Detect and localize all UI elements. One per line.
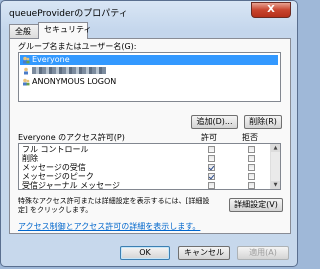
allow-checkbox[interactable] <box>208 164 215 171</box>
deny-checkbox[interactable] <box>248 146 255 153</box>
users-icon <box>23 78 30 86</box>
permission-row-receive-journal: 受信ジャーナル メッセージ <box>22 181 120 190</box>
close-button[interactable]: X <box>251 2 291 18</box>
security-tab-panel: グループ名またはユーザー名(G): Everyone ANONYMOUS LOG… <box>9 38 291 234</box>
group-list-label: グループ名またはユーザー名(G): <box>18 42 137 51</box>
deny-checkbox[interactable] <box>248 182 255 189</box>
close-icon: X <box>267 4 275 15</box>
learn-more-link[interactable]: アクセス制御とアクセス許可の詳細を表示します。 <box>18 221 200 232</box>
allow-column-header: 許可 <box>201 133 217 142</box>
users-icon <box>23 56 30 64</box>
deny-checkbox[interactable] <box>248 155 255 162</box>
deny-column-header: 拒否 <box>242 133 258 142</box>
advanced-help-text-2: 定] をクリックします。 <box>18 206 93 214</box>
tab-general[interactable]: 全般 <box>9 24 39 38</box>
deny-checkbox[interactable] <box>248 164 255 171</box>
scroll-down-icon[interactable]: ▼ <box>271 181 280 189</box>
allow-checkbox[interactable] <box>208 182 215 189</box>
redacted-name <box>32 67 106 74</box>
apply-button[interactable]: 適用(A) <box>237 246 289 260</box>
advanced-button[interactable]: 詳細設定(V) <box>229 198 283 212</box>
list-item-everyone[interactable]: Everyone <box>20 55 278 65</box>
list-item-redacted-user[interactable] <box>20 66 106 76</box>
permissions-header: Everyone のアクセス許可(P) <box>18 133 125 142</box>
permissions-scrollbar[interactable]: ▲ ▼ <box>270 144 280 189</box>
permissions-list: フル コントロール 削除 メッセージの受信 メッセージのピーク 受信ジャーナル … <box>18 143 281 190</box>
ok-button[interactable]: OK <box>120 246 170 260</box>
list-item-label: ANONYMOUS LOGON <box>32 77 117 86</box>
tab-security[interactable]: セキュリティ <box>38 22 92 39</box>
window-title: queueProviderのプロパティ <box>9 9 128 19</box>
add-button[interactable]: 追加(D)... <box>191 115 238 129</box>
properties-window: queueProviderのプロパティ X 全般 セキュリティ グループ名または… <box>0 0 298 267</box>
allow-checkbox[interactable] <box>208 146 215 153</box>
title-bar[interactable]: queueProviderのプロパティ X <box>1 1 297 23</box>
list-item-label: Everyone <box>32 55 70 64</box>
deny-checkbox[interactable] <box>248 173 255 180</box>
list-item-anonymous-logon[interactable]: ANONYMOUS LOGON <box>20 77 116 87</box>
cancel-button[interactable]: キャンセル <box>178 246 230 260</box>
scroll-up-icon[interactable]: ▲ <box>271 144 280 152</box>
allow-checkbox[interactable] <box>208 173 215 180</box>
allow-checkbox[interactable] <box>208 155 215 162</box>
group-user-list[interactable]: Everyone ANONYMOUS LOGON <box>18 52 281 102</box>
remove-button[interactable]: 削除(R) <box>244 115 282 129</box>
user-icon <box>24 67 28 75</box>
